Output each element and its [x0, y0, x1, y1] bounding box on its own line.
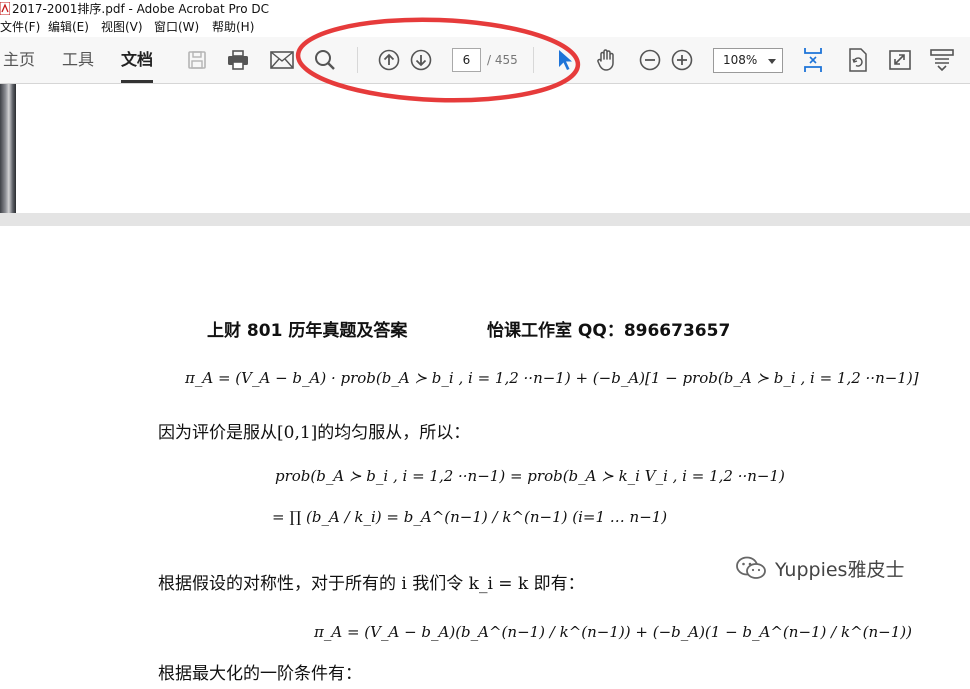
previous-page-button[interactable]	[376, 47, 402, 73]
equation-profit-symmetric: π_A = (V_A − b_A)(b_A^(n−1) / k^(n−1)) +…	[314, 623, 912, 641]
toolbar-separator	[533, 47, 534, 73]
zoom-in-button[interactable]	[669, 47, 695, 73]
scroll-mode-icon	[930, 49, 954, 72]
tab-tools[interactable]: 工具	[62, 37, 94, 83]
equation-probability: prob(b_A ≻ b_i , i = 1,2 ··n−1) = prob(b…	[275, 467, 785, 485]
menu-help[interactable]: 帮助(H)	[212, 18, 254, 36]
menu-bar: 文件(F) 编辑(E) 视图(V) 窗口(W) 帮助(H)	[0, 18, 970, 36]
rotate-page-icon	[849, 48, 867, 72]
rotate-view-button[interactable]	[845, 47, 871, 73]
page-gap	[0, 213, 970, 226]
text-uniform-distribution: 因为评价是服从[0,1]的均匀服从，所以：	[158, 423, 471, 443]
menu-file[interactable]: 文件(F)	[0, 18, 40, 36]
pdf-page: 上财 801 历年真题及答案 怡课工作室 QQ：896673657 π_A = …	[0, 226, 970, 689]
printer-icon	[228, 50, 248, 70]
envelope-icon	[270, 51, 294, 69]
page-header-title: 上财 801 历年真题及答案	[207, 321, 408, 341]
toolbar-separator	[357, 47, 358, 73]
full-screen-icon	[889, 50, 911, 70]
wechat-icon	[736, 556, 766, 579]
text-first-order-condition: 根据最大化的一阶条件有：	[158, 664, 362, 684]
tab-home[interactable]: 主页	[3, 37, 35, 83]
fit-page-button[interactable]	[800, 47, 826, 73]
equation-profit: π_A = (V_A − b_A) · prob(b_A ≻ b_i , i =…	[185, 369, 919, 387]
next-page-button[interactable]	[408, 47, 434, 73]
fit-page-icon	[804, 48, 822, 72]
chevron-down-icon	[768, 59, 776, 64]
print-button[interactable]	[225, 47, 251, 73]
zoom-value: 108%	[723, 53, 758, 67]
watermark: Yuppies雅皮士	[735, 552, 904, 584]
page-total: / 455	[487, 53, 518, 67]
previous-page-bottom	[0, 84, 970, 213]
hand-icon	[597, 49, 614, 71]
menu-window[interactable]: 窗口(W)	[154, 18, 199, 36]
search-button[interactable]	[312, 47, 338, 73]
minus-circle-icon	[639, 49, 661, 71]
page-image-strip	[0, 84, 16, 213]
select-tool-button[interactable]	[552, 47, 578, 73]
tab-document[interactable]: 文档	[121, 37, 154, 83]
text-symmetry: 根据假设的对称性，对于所有的 i 我们令 k_i = k 即有：	[158, 574, 585, 594]
menu-view[interactable]: 视图(V)	[101, 18, 143, 36]
document-viewer[interactable]: 上财 801 历年真题及答案 怡课工作室 QQ：896673657 π_A = …	[0, 84, 970, 689]
acrobat-app-icon	[0, 2, 10, 15]
equation-product: = ∏ (b_A / k_i) = b_A^(n−1) / k^(n−1) (i…	[272, 508, 668, 526]
search-icon	[315, 50, 335, 70]
page-number-input[interactable]: 6	[452, 48, 481, 72]
toolbar: 主页 工具 文档 6 / 455 108%	[0, 37, 970, 84]
window-title: 2017-2001排序.pdf - Adobe Acrobat Pro DC	[12, 2, 269, 16]
save-icon	[188, 51, 206, 69]
plus-circle-icon	[671, 49, 693, 71]
watermark-text: Yuppies雅皮士	[775, 558, 905, 581]
zoom-select[interactable]: 108%	[713, 48, 783, 73]
menu-edit[interactable]: 编辑(E)	[48, 18, 89, 36]
email-button[interactable]	[269, 47, 295, 73]
zoom-out-button[interactable]	[637, 47, 663, 73]
full-screen-button[interactable]	[887, 47, 913, 73]
cursor-arrow-icon	[559, 50, 572, 70]
title-bar: 2017-2001排序.pdf - Adobe Acrobat Pro DC	[0, 0, 970, 18]
page-header-contact: 怡课工作室 QQ：896673657	[487, 321, 731, 341]
save-button[interactable]	[184, 47, 210, 73]
arrow-down-circle-icon	[410, 49, 432, 71]
arrow-up-circle-icon	[378, 49, 400, 71]
hand-tool-button[interactable]	[594, 47, 620, 73]
read-mode-button[interactable]	[929, 47, 955, 73]
